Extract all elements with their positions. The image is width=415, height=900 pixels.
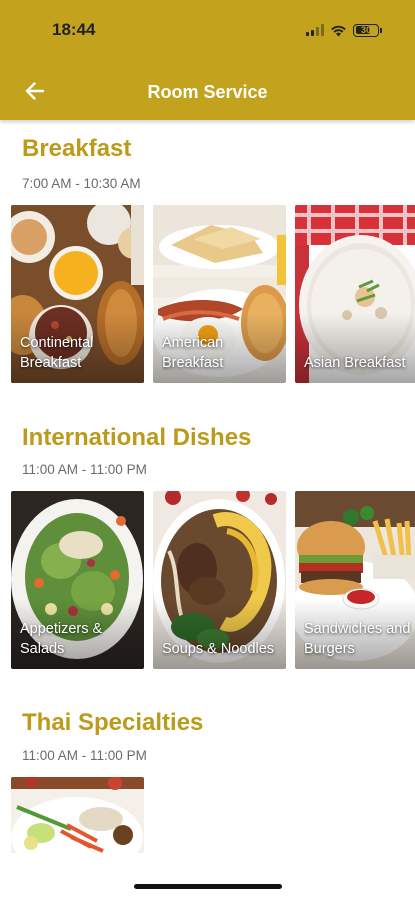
category-card-appetizers-salads[interactable]: Appetizers & Salads [11, 491, 144, 669]
navigation-bar: Room Service [0, 64, 415, 120]
battery-icon: 30 [353, 23, 382, 37]
status-time: 18:44 [52, 20, 96, 39]
category-card-american-breakfast[interactable]: American Breakfast [153, 205, 286, 383]
home-indicator[interactable] [134, 884, 282, 889]
category-carousel[interactable]: Continental Breakfast American Breakfast… [11, 205, 415, 383]
cellular-signal-icon [306, 24, 324, 36]
category-carousel[interactable]: Appetizers & Salads Soups & Noodles Sand… [11, 491, 415, 669]
status-icons: 30 [306, 22, 382, 38]
wifi-icon [331, 25, 346, 36]
category-card-asian-breakfast[interactable]: Asian Breakfast [295, 205, 415, 383]
category-card-continental-breakfast[interactable]: Continental Breakfast [11, 205, 144, 383]
category-carousel[interactable] [11, 777, 415, 853]
page-title: Room Service [147, 82, 268, 102]
section-title: Breakfast [22, 135, 132, 162]
category-card-sandwiches-burgers[interactable]: Sandwiches and Burgers [295, 491, 415, 669]
section-hours: 11:00 AM - 11:00 PM [22, 748, 147, 763]
status-bar: 18:44 30 [0, 0, 415, 60]
app-header: 18:44 30 Room Service [0, 0, 415, 120]
category-label: American Breakfast [162, 335, 224, 371]
category-card-thai-specialties[interactable] [11, 777, 144, 853]
battery-level: 30 [360, 25, 371, 35]
category-label: Continental Breakfast [20, 335, 94, 371]
section-title: International Dishes [22, 424, 252, 451]
category-label: Sandwiches and Burgers [304, 621, 411, 657]
thai-specialties-photo [11, 777, 144, 853]
category-card-soups-noodles[interactable]: Soups & Noodles [153, 491, 286, 669]
category-label: Asian Breakfast [304, 355, 406, 371]
section-hours: 11:00 AM - 11:00 PM [22, 462, 147, 477]
section-title: Thai Specialties [22, 709, 204, 736]
section-hours: 7:00 AM - 10:30 AM [22, 176, 141, 191]
category-label: Appetizers & Salads [20, 621, 103, 657]
category-label: Soups & Noodles [162, 641, 275, 657]
